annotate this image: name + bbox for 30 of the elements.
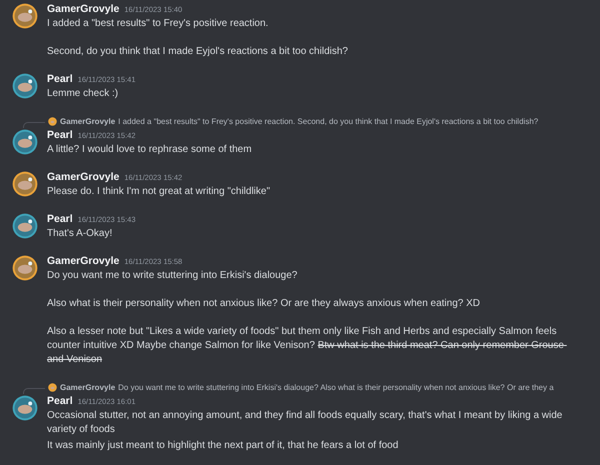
reply-connector (23, 388, 45, 394)
avatar[interactable] (12, 213, 38, 239)
avatar[interactable] (12, 73, 38, 99)
avatar[interactable] (48, 117, 57, 126)
author-name[interactable]: Pearl (47, 213, 73, 225)
reply-connector (23, 122, 45, 128)
author-name[interactable]: GamerGrovyle (47, 3, 120, 15)
reply-author[interactable]: GamerGrovyle (60, 383, 116, 392)
message-text: That's A-Okay! (47, 227, 114, 241)
message-text: Lemme check :) (47, 87, 120, 101)
avatar[interactable] (48, 383, 57, 392)
avatar[interactable] (12, 255, 38, 281)
avatar[interactable] (12, 171, 38, 197)
reply-preview[interactable]: Do you want me to write stuttering into Erkisi's dialouge? Also what is their personality when not anxious like? Or are they a (118, 383, 554, 392)
message-text: Occasional stutter, not an annoying amount, and they find all foods equally scary, that's what I meant by liking a wide variety of foods (47, 409, 564, 437)
reply-preview[interactable]: I added a "best results" to Frey's positive reaction. Second, do you think that I made Eyjol's reactions a bit too childish? (118, 117, 538, 126)
message-text: Do you want me to write stuttering into Erkisi's dialouge? Also what is their personality when not anxious like? Or are they always anxious when eating? XD Also a lesser note but "Likes a wide variety of foods" but them only like Fish and Herbs and especially Salmon feels counter intuitive XD Maybe change Salmon for like Venison? Btw what is the third meat? Can only remember Grouse and Venison (47, 269, 565, 367)
message-text: It was mainly just meant to highlight the next part of it, that he fears a lot of food (47, 439, 400, 453)
author-name[interactable]: GamerGrovyle (47, 171, 120, 183)
avatar[interactable] (12, 395, 38, 421)
author-name[interactable]: Pearl (47, 73, 73, 85)
avatar[interactable] (12, 3, 38, 29)
author-name[interactable]: Pearl (47, 395, 73, 407)
avatar[interactable] (12, 129, 38, 155)
message-text: Please do. I think I'm not great at writing "childlike" (47, 185, 270, 199)
author-name[interactable]: Pearl (47, 129, 73, 141)
author-name[interactable]: GamerGrovyle (47, 255, 120, 267)
reply-author[interactable]: GamerGrovyle (60, 117, 116, 126)
message-text: I added a "best results" to Frey's positive reaction. Second, do you think that I made Eyjol's reactions a bit too childish? (47, 17, 348, 59)
message-text: A little? I would love to rephrase some of them (47, 143, 252, 157)
